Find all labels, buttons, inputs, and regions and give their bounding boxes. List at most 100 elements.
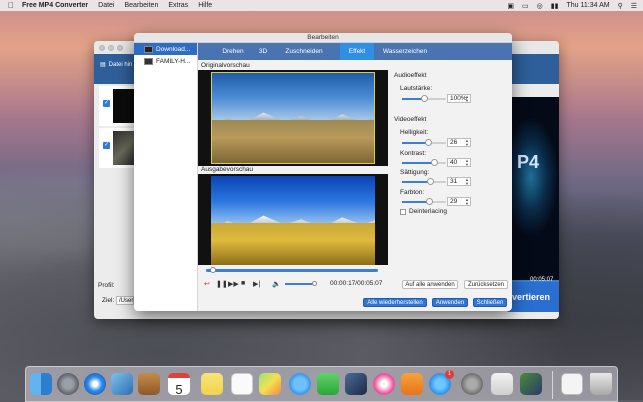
text-document-icon[interactable] [491,373,513,395]
slider-knob[interactable] [431,159,438,166]
slider-knob[interactable] [427,178,434,185]
document-icon[interactable] [561,373,583,395]
profile-label: Profil: [98,282,115,289]
calendar-icon[interactable]: 5 [168,373,190,397]
menu-bar:  Free MP4 Converter Datei Bearbeiten Ex… [0,0,643,11]
stop-record-icon[interactable]: ↩ [204,280,210,288]
slider-knob[interactable] [426,198,433,205]
spinner-arrows-icon[interactable]: ▲ ▼ [465,159,469,167]
contrast-spinner[interactable]: 40 ▲ ▼ [447,158,471,167]
trash-icon[interactable] [590,373,612,395]
tab-effekt[interactable]: Effekt [340,43,374,60]
apply-all-button[interactable]: Auf alle anwenden [402,280,458,289]
file-checkbox[interactable]: ✓ [103,142,110,149]
messages-icon[interactable] [289,373,311,395]
menu-clock[interactable]: Thu 11:34 AM [567,2,610,9]
reset-button[interactable]: Zurücksetzen [464,280,508,289]
saturation-spinner[interactable]: 31 ▲ ▼ [447,177,471,186]
notes-icon[interactable] [201,373,223,395]
launchpad-icon[interactable] [57,373,79,395]
deinterlace-checkbox[interactable] [400,209,406,215]
menu-item-datei[interactable]: Datei [98,2,114,9]
spinner-arrows-icon[interactable]: ▲ ▼ [465,139,469,147]
system-preferences-icon[interactable] [461,373,483,395]
slider-fill [402,181,430,183]
stop-icon[interactable]: ■ [241,280,245,287]
menu-item-extras[interactable]: Extras [168,2,188,9]
file-item-family[interactable]: FAMILY-H... [134,55,197,67]
hue-label: Farbton: [400,189,425,196]
hue-spinner[interactable]: 29 ▲ ▼ [447,197,471,206]
status-app-icon[interactable]: ▣ [507,2,514,10]
preview-app-icon[interactable] [111,373,133,395]
menu-item-bearbeiten[interactable]: Bearbeiten [124,2,158,9]
spotlight-icon[interactable]: ⚲ [618,2,623,10]
slider-knob[interactable] [421,95,428,102]
brightness-value: 26 [450,139,458,146]
contrast-slider[interactable] [402,159,446,166]
menu-app-name[interactable]: Free MP4 Converter [22,2,88,9]
preview-text: P4 [517,152,540,172]
app-store-icon[interactable]: 1 [429,370,454,395]
contacts-icon[interactable] [138,373,160,395]
next-frame-icon[interactable]: ▶| [253,280,260,288]
minimize-window-button[interactable] [108,44,114,51]
dock: 5 1 [25,366,618,402]
fast-forward-icon[interactable]: ▶▶ [228,280,239,288]
spinner-arrows-icon[interactable]: ▲ ▼ [465,178,469,186]
audio-volume-slider[interactable] [402,95,446,102]
tab-wasserzeichen[interactable]: Wasserzeichen [374,43,436,60]
slider-knob[interactable] [425,139,432,146]
apply-button[interactable]: Anwenden [432,298,468,307]
target-path-field[interactable]: /User [116,296,134,305]
dock-separator [552,371,553,399]
volume-icon[interactable]: 🔈 [272,280,281,288]
hue-slider[interactable] [402,198,446,205]
calendar-day: 5 [175,382,183,397]
reminders-icon[interactable] [231,373,253,395]
convert-button[interactable]: vertieren [506,282,559,312]
wifi-icon[interactable]: ◎ [537,2,543,10]
close-window-button[interactable] [99,44,105,51]
add-file-icon: ▤ [100,62,106,68]
volume-slider[interactable] [285,281,317,286]
spinner-arrows-icon[interactable]: ▲ ▼ [465,95,469,103]
saturation-slider[interactable] [402,178,446,185]
video-file-icon [144,45,153,53]
iphoto-icon[interactable] [345,373,367,395]
volume-knob[interactable] [312,281,317,286]
file-checkbox[interactable]: ✓ [103,100,110,107]
tab-zuschneiden[interactable]: Zuschneiden [278,43,330,60]
safari-icon[interactable] [84,373,106,395]
close-button[interactable]: Schließen [473,298,507,307]
brightness-spinner[interactable]: 26 ▲ ▼ [447,138,471,147]
battery-icon[interactable]: ▮▮ [551,2,559,10]
edit-dialog: Bearbeiten Download... FAMILY-H... Drehe… [134,33,512,311]
restore-all-button[interactable]: Alle wiederherstellen [363,298,427,307]
volume-spinner[interactable]: 100% ▲ ▼ [447,94,471,103]
dialog-file-list: Download... FAMILY-H... [134,43,198,311]
seek-knob[interactable] [210,267,216,273]
airplay-icon[interactable]: ▭ [522,2,529,10]
file-item-download[interactable]: Download... [134,43,197,55]
brightness-label: Helligkeit: [400,129,429,136]
pause-icon[interactable]: ❚❚ [216,280,228,288]
apple-menu-icon[interactable]:  [0,1,22,10]
ibooks-icon[interactable] [401,373,423,395]
facetime-icon[interactable] [317,373,339,395]
photos-icon[interactable] [259,373,281,395]
mp4-converter-icon[interactable] [520,373,542,395]
contrast-value: 40 [450,159,458,166]
finder-icon[interactable] [30,373,52,395]
crop-frame[interactable] [211,72,375,164]
zoom-window-button[interactable] [117,44,123,51]
menu-item-hilfe[interactable]: Hilfe [198,2,212,9]
itunes-icon[interactable] [373,373,395,395]
tab-3d[interactable]: 3D [248,43,278,60]
tab-drehen[interactable]: Drehen [218,43,248,60]
seek-bar[interactable] [206,267,378,273]
notification-center-icon[interactable]: ☰ [631,2,637,10]
add-file-button[interactable]: ▤ Datei hin [100,61,132,69]
brightness-slider[interactable] [402,139,446,146]
spinner-arrows-icon[interactable]: ▲ ▼ [465,198,469,206]
